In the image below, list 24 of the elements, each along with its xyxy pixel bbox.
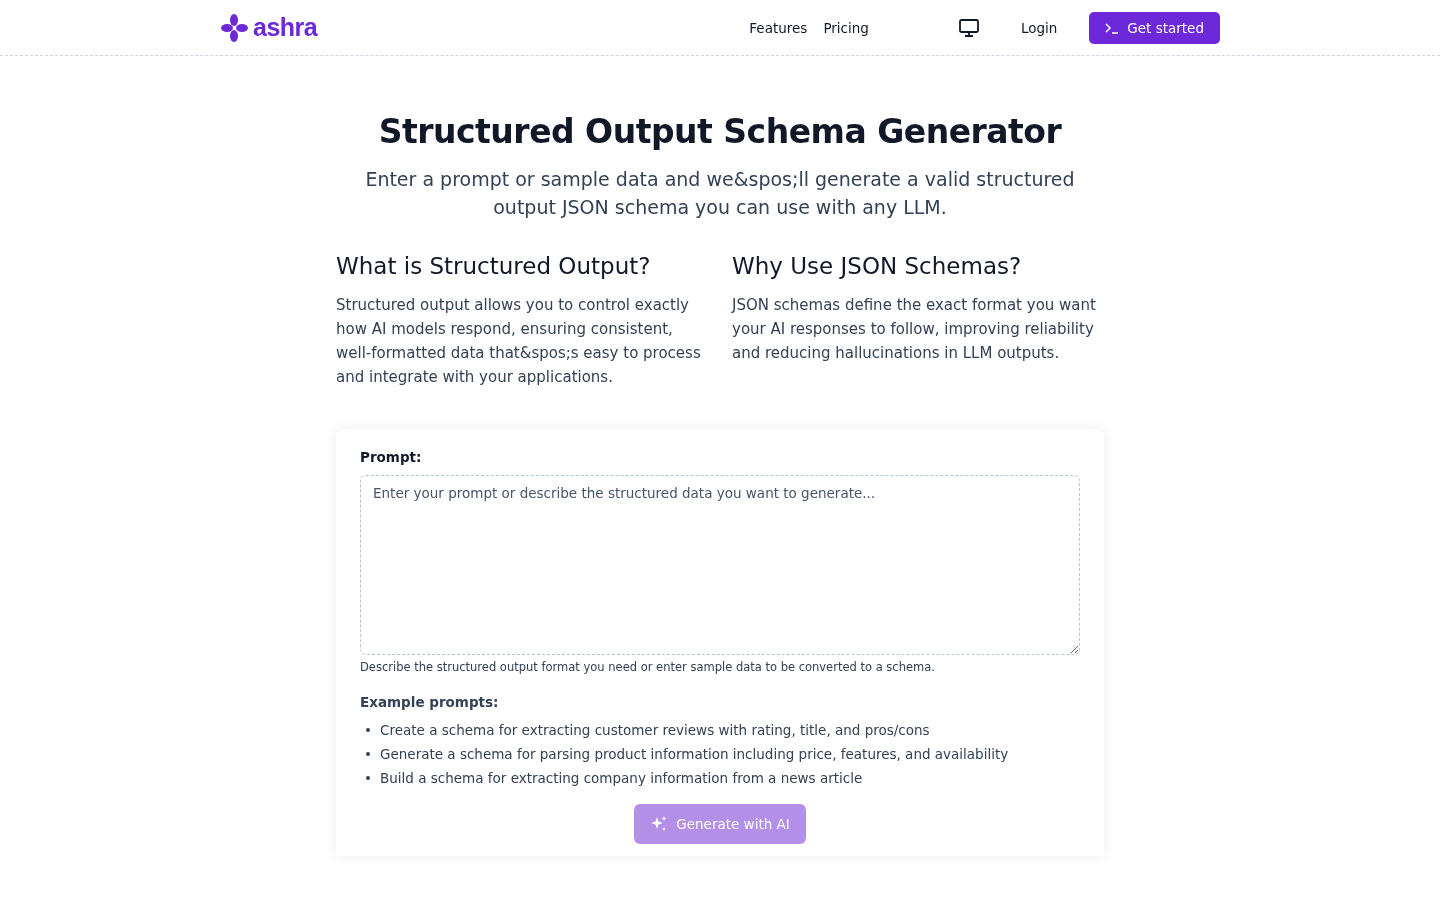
nav-link[interactable]: Features (749, 19, 808, 36)
terminal-icon (1105, 21, 1120, 34)
page-title: Structured Output Schema Generator (377, 112, 1063, 151)
example-prompt[interactable]: Build a schema for extracting company information from a news article (380, 770, 863, 786)
section-text: Structured output allows you to control exactly how AI models respond, ensuring consistent, well-formatted data that&spos;s easy to process and integrate with your applications. (336, 295, 702, 388)
section-text: JSON schemas define the exact format you want your AI responses to follow, improving reliability and reducing hallucinations in LLM outputs. (732, 295, 1097, 364)
example-prompt[interactable]: Create a schema for extracting customer reviews with rating, title, and pros/cons (380, 722, 930, 738)
page-subtitle: Enter a prompt or sample data and we&spos;ll generate a valid structured output JSON schema you can use with any LLM. (364, 167, 1076, 220)
sparkles-icon (650, 815, 669, 833)
bullet-icon (366, 752, 370, 756)
nav-link[interactable]: Pricing (823, 19, 869, 36)
prompt-hint: Describe the structured output format you need or enter sample data to be converted to a schema. (360, 660, 936, 674)
prompt-label: Prompt: (360, 449, 423, 465)
section-heading: Why Use JSON Schemas? (732, 253, 1023, 279)
example-prompt[interactable]: Generate a schema for parsing product information including price, features, and availability (380, 746, 1009, 762)
bullet-icon (366, 728, 370, 732)
bullet-icon (366, 776, 370, 780)
get-started-button[interactable]: Get started (1089, 11, 1220, 44)
examples-label: Example prompts: (360, 694, 500, 710)
logo-text[interactable]: ashra (253, 13, 318, 42)
monitor-icon[interactable] (958, 18, 979, 37)
login-link[interactable]: Login (1020, 19, 1058, 36)
section-heading: What is Structured Output? (336, 253, 652, 279)
prompt-field[interactable]: Enter your prompt or describe the structured data you want to generate... (360, 475, 1080, 655)
